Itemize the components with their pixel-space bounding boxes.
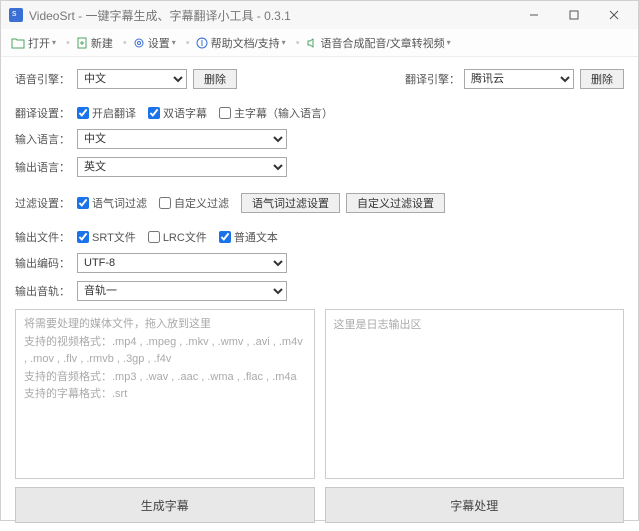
input-lang-select[interactable]: 中文 [77,129,287,149]
encoding-row: 输出编码： UTF-8 [15,253,624,273]
caret-down-icon: ▾ [52,38,56,47]
output-file-row: 输出文件： SRT文件 LRC文件 普通文本 [15,229,624,245]
filter-label: 过滤设置： [15,195,73,211]
trans-delete-button[interactable]: 删除 [580,69,624,89]
caret-down-icon: ▾ [282,38,286,47]
trans-engine-select[interactable]: 腾讯云 [464,69,574,89]
drop-subtitle-formats: 支持的字幕格式：.srt [24,386,306,404]
encoding-select[interactable]: UTF-8 [77,253,287,273]
bilingual-checkbox[interactable]: 双语字幕 [148,105,207,121]
drop-area[interactable]: 将需要处理的媒体文件，拖入放到这里 支持的视频格式：.mp4 , .mpeg ,… [15,309,315,479]
caret-down-icon: ▾ [172,38,176,47]
translate-settings-row: 翻译设置： 开启翻译 双语字幕 主字幕（输入语言） [15,105,624,121]
log-area: 这里是日志输出区 [325,309,625,479]
engine-row: 语音引擎： 中文 删除 翻译引擎： 腾讯云 删除 [15,69,624,89]
modal-filter-checkbox[interactable]: 语气词过滤 [77,195,147,211]
gear-icon [133,37,145,49]
drop-hint: 将需要处理的媒体文件，拖入放到这里 [24,316,306,334]
srt-checkbox[interactable]: SRT文件 [77,229,136,245]
modal-filter-settings-button[interactable]: 语气词过滤设置 [241,193,340,213]
app-icon [9,8,23,22]
track-label: 输出音轨： [15,283,73,299]
toolbar: 打开▾ • 新建 • 设置▾ • i 帮助文档/支持▾ • 语音合成配音/文章转… [1,29,638,57]
speaker-icon [306,37,318,49]
output-file-label: 输出文件： [15,229,73,245]
speech-engine-select[interactable]: 中文 [77,69,187,89]
lrc-checkbox[interactable]: LRC文件 [148,229,207,245]
action-row: 生成字幕 字幕处理 [15,487,624,523]
separator: • [296,37,300,49]
generate-subtitle-button[interactable]: 生成字幕 [15,487,315,523]
settings-menu[interactable]: 设置▾ [129,33,180,53]
close-button[interactable] [594,1,634,29]
drop-video-formats: 支持的视频格式：.mp4 , .mpeg , .mkv , .wmv , .av… [24,334,306,369]
custom-filter-checkbox[interactable]: 自定义过滤 [159,195,229,211]
track-select[interactable]: 音轨一 [77,281,287,301]
window-title: VideoSrt - 一键字幕生成、字幕翻译小工具 - 0.3.1 [29,7,514,24]
encoding-label: 输出编码： [15,255,73,271]
new-label: 新建 [91,35,113,51]
settings-label: 设置 [148,35,170,51]
custom-filter-settings-button[interactable]: 自定义过滤设置 [346,193,445,213]
help-menu[interactable]: i 帮助文档/支持▾ [192,33,290,53]
separator: • [186,37,190,49]
output-lang-label: 输出语言： [15,159,73,175]
svg-text:i: i [200,37,202,49]
trans-engine-label: 翻译引擎： [402,71,460,87]
help-label: 帮助文档/支持 [211,35,280,51]
separator: • [123,37,127,49]
tts-label: 语音合成配音/文章转视频 [321,35,445,51]
new-menu[interactable]: 新建 [72,33,117,53]
new-file-icon [76,37,88,49]
output-lang-row: 输出语言： 英文 [15,157,624,177]
tts-menu[interactable]: 语音合成配音/文章转视频▾ [302,33,455,53]
caret-down-icon: ▾ [447,38,451,47]
titlebar: VideoSrt - 一键字幕生成、字幕翻译小工具 - 0.3.1 [1,1,638,29]
enable-translate-checkbox[interactable]: 开启翻译 [77,105,136,121]
minimize-button[interactable] [514,1,554,29]
track-row: 输出音轨： 音轨一 [15,281,624,301]
txt-checkbox[interactable]: 普通文本 [219,229,278,245]
open-menu[interactable]: 打开▾ [7,33,60,53]
panels: 将需要处理的媒体文件，拖入放到这里 支持的视频格式：.mp4 , .mpeg ,… [15,309,624,479]
input-lang-label: 输入语言： [15,131,73,147]
open-label: 打开 [28,35,50,51]
separator: • [66,37,70,49]
content: 语音引擎： 中文 删除 翻译引擎： 腾讯云 删除 翻译设置： 开启翻译 双语字幕… [1,57,638,531]
info-icon: i [196,37,208,49]
speech-engine-label: 语音引擎： [15,71,73,87]
speech-delete-button[interactable]: 删除 [193,69,237,89]
filter-row: 过滤设置： 语气词过滤 自定义过滤 语气词过滤设置 自定义过滤设置 [15,193,624,213]
output-lang-select[interactable]: 英文 [77,157,287,177]
input-lang-row: 输入语言： 中文 [15,129,624,149]
drop-audio-formats: 支持的音频格式：.mp3 , .wav , .aac , .wma , .fla… [24,369,306,387]
log-placeholder: 这里是日志输出区 [334,316,616,332]
main-sub-checkbox[interactable]: 主字幕（输入语言） [219,105,333,121]
maximize-button[interactable] [554,1,594,29]
folder-open-icon [11,37,25,49]
process-subtitle-button[interactable]: 字幕处理 [325,487,625,523]
trans-settings-label: 翻译设置： [15,105,73,121]
